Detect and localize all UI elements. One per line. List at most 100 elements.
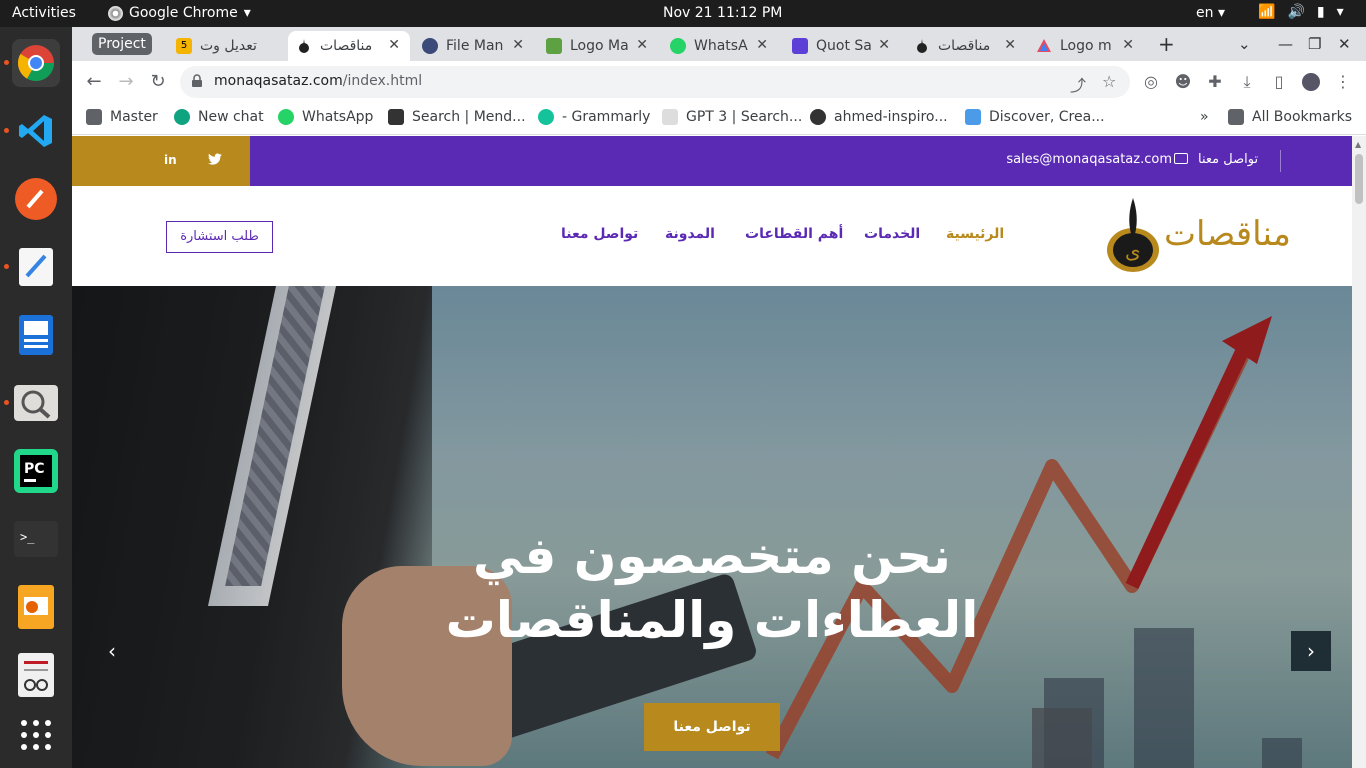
close-icon[interactable]: ✕ <box>756 37 768 53</box>
bookmark[interactable]: WhatsApp <box>278 109 373 125</box>
volume-icon: 🔊 <box>1287 4 1305 20</box>
share-icon[interactable]: ⤴ <box>1070 72 1086 96</box>
all-bookmarks-button[interactable]: All Bookmarks <box>1228 109 1352 125</box>
postman-dock-icon[interactable] <box>12 175 60 223</box>
extension-icon[interactable]: ◎ <box>1142 73 1160 91</box>
mendeley-icon <box>388 109 404 125</box>
reload-button[interactable]: ↻ <box>146 70 170 94</box>
running-indicator <box>4 264 9 269</box>
nav-contact[interactable]: تواصل معنا <box>561 226 638 242</box>
text-editor-dock-icon[interactable] <box>12 243 60 291</box>
hero-slider: نحن متخصصون في العطاءات والمناقصات تواصل… <box>72 286 1352 768</box>
tab-search-chevron-icon[interactable]: ⌄ <box>1238 35 1251 53</box>
bookmark[interactable]: - Grammarly <box>538 109 650 125</box>
bookmark[interactable]: GPT 3 | Search... <box>662 109 802 125</box>
extensions-puzzle-icon[interactable]: ✚ <box>1206 73 1224 91</box>
tab[interactable]: مناقصات ✕ <box>906 31 1026 61</box>
grammarly-icon <box>538 109 554 125</box>
slider-next-chevron-icon[interactable]: › <box>1291 631 1331 671</box>
linkedin-icon[interactable]: in <box>164 153 177 167</box>
site-navbar: طلب استشارة تواصل معنا المدونة أهم القطا… <box>72 186 1352 286</box>
consultation-request-button[interactable]: طلب استشارة <box>166 221 273 253</box>
language-indicator[interactable]: en ▾ <box>1196 5 1225 21</box>
app-menu[interactable]: Google Chrome ▾ <box>108 5 251 21</box>
close-icon[interactable]: ✕ <box>388 37 400 53</box>
tab[interactable]: WhatsA ✕ <box>662 31 778 61</box>
image-viewer-dock-icon[interactable] <box>12 379 60 427</box>
minimize-button[interactable]: — <box>1278 35 1293 53</box>
hero-contact-button[interactable]: تواصل معنا <box>644 703 780 751</box>
site-logo-text[interactable]: مناقصات <box>1164 214 1291 254</box>
forward-button[interactable]: → <box>114 70 138 94</box>
contact-label[interactable]: تواصل معنا <box>1198 152 1258 167</box>
tab[interactable]: Logo m ✕ <box>1028 31 1144 61</box>
close-icon[interactable]: ✕ <box>1004 37 1016 53</box>
scroll-up-arrow-icon[interactable]: ▲ <box>1355 140 1361 149</box>
contact-email[interactable]: sales@monaqasataz.com <box>1006 152 1172 167</box>
impress-dock-icon[interactable] <box>12 583 60 631</box>
tab[interactable]: File Man ✕ <box>414 31 534 61</box>
tab[interactable]: Quot Sa ✕ <box>784 31 900 61</box>
bookmark[interactable]: New chat <box>174 109 264 125</box>
twitter-icon[interactable] <box>208 153 222 168</box>
show-apps-grid-icon[interactable] <box>12 711 60 759</box>
page-scrollbar[interactable]: ▲ <box>1352 136 1366 768</box>
folder-icon <box>1228 109 1244 125</box>
nav-sectors[interactable]: أهم القطاعات <box>745 226 843 242</box>
hero-title: نحن متخصصون في العطاءات والمناقصات <box>445 527 979 649</box>
back-button[interactable]: ← <box>82 70 106 94</box>
tab-group-chip[interactable]: Project <box>92 33 152 55</box>
tab-active[interactable]: مناقصات ✕ <box>288 31 410 61</box>
address-bar[interactable]: monaqasataz.com/index.html ⤴ ☆ <box>180 66 1130 98</box>
whatsapp-icon <box>670 38 686 54</box>
maximize-button[interactable]: ❐ <box>1308 35 1321 53</box>
clock[interactable]: Nov 21 11:12 PM <box>663 5 782 21</box>
nav-home[interactable]: الرئيسية <box>946 226 1004 242</box>
site-logo-icon[interactable]: ى <box>1104 196 1162 274</box>
bookmark[interactable]: Search | Mend... <box>388 109 526 125</box>
running-indicator <box>4 128 9 133</box>
chatgpt-icon <box>174 109 190 125</box>
terminal-dock-icon[interactable]: >_ <box>12 515 60 563</box>
new-tab-button[interactable]: + <box>1158 32 1175 56</box>
svg-text:ى: ى <box>1125 239 1141 263</box>
running-indicator <box>4 400 9 405</box>
bookmark-folder[interactable]: Master <box>86 109 158 125</box>
nav-blog[interactable]: المدونة <box>665 226 715 242</box>
divider <box>1280 150 1281 172</box>
tab[interactable]: 5 تعديل وت <box>168 31 288 61</box>
chrome-dock-icon[interactable] <box>12 39 60 87</box>
activities-button[interactable]: Activities <box>12 5 76 21</box>
svg-text:PC: PC <box>24 461 45 477</box>
document-viewer-dock-icon[interactable] <box>12 311 60 359</box>
bookmark[interactable]: ahmed-inspiro... <box>810 109 948 125</box>
pycharm-dock-icon[interactable]: PC <box>12 447 60 495</box>
profile-avatar[interactable] <box>1302 73 1320 91</box>
site-logo-favicon-icon <box>296 38 312 54</box>
document-scanner-dock-icon[interactable] <box>12 651 60 699</box>
download-icon[interactable]: ⤓ <box>1238 73 1256 91</box>
close-window-button[interactable]: ✕ <box>1338 35 1351 53</box>
close-icon[interactable]: ✕ <box>636 37 648 53</box>
system-tray[interactable]: 📶 🔊 ▮ ▾ <box>1258 4 1344 20</box>
chevron-down-icon: ▾ <box>1336 4 1344 20</box>
extension-icon[interactable]: ☻ <box>1174 73 1192 91</box>
menu-kebab-icon[interactable]: ⋮ <box>1334 73 1352 91</box>
chrome-window: Project 5 تعديل وت مناقصات ✕ File Man ✕ … <box>72 27 1366 768</box>
whatsapp-icon <box>278 109 294 125</box>
bookmarks-overflow-button[interactable]: » <box>1200 109 1209 125</box>
side-panel-icon[interactable]: ▯ <box>1270 73 1288 91</box>
site-info-icon <box>192 74 202 87</box>
close-icon[interactable]: ✕ <box>1122 37 1134 53</box>
close-icon[interactable]: ✕ <box>878 37 890 53</box>
close-icon[interactable]: ✕ <box>512 37 524 53</box>
bookmark[interactable]: Discover, Crea... <box>965 109 1105 125</box>
nav-services[interactable]: الخدمات <box>864 226 920 242</box>
slider-prev-chevron-icon[interactable]: ‹ <box>92 631 132 671</box>
bookmark-star-icon[interactable]: ☆ <box>1102 72 1116 91</box>
tab[interactable]: Logo Ma ✕ <box>538 31 658 61</box>
tab-favicon-icon <box>422 38 438 54</box>
tab-favicon-icon <box>792 38 808 54</box>
vscode-dock-icon[interactable] <box>12 107 60 155</box>
scrollbar-thumb[interactable] <box>1355 154 1363 204</box>
